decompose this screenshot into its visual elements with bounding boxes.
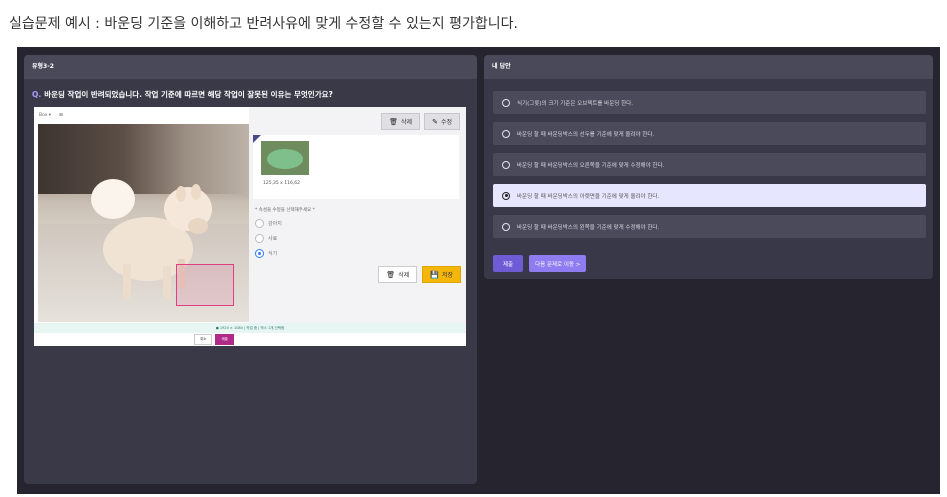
editor-status-bar: ● 1920 × 1080 | 작업 중 | 박스 1개 선택됨 (34, 323, 466, 333)
save-button[interactable]: 💾 저장 (422, 266, 461, 283)
page-caption: 실습문제 예시 : 바운딩 기준을 이해하고 반려사유에 맞게 수정할 수 있는… (9, 16, 518, 32)
top-delete-button[interactable]: 🗑 삭제 (381, 113, 421, 130)
object-card[interactable]: 125,35 x 116,62 (253, 135, 459, 199)
question-mark: Q. (32, 90, 42, 99)
answer-panel-header: 내 답안 (484, 55, 933, 79)
radio-circle-checked (255, 249, 264, 258)
radio-circle (502, 160, 510, 169)
editor-mini-buttons: 취소 제출 (194, 334, 234, 345)
submit-answer-button[interactable]: 제출 (493, 255, 524, 272)
attribute-pane: 🗑 삭제 ✎ 수정 125,35 x 116,62 * 속성을 수정을 선택해주… (249, 107, 466, 323)
radio-circle (255, 219, 264, 228)
radio-circle (502, 98, 510, 107)
question-panel-header: 유형3-2 (24, 55, 477, 79)
editor-toolbar: Box ▾ ⊞ (34, 107, 248, 124)
mini-cancel-button[interactable]: 취소 (194, 334, 213, 345)
answer-text: 바운딩 할 때 바운딩박스의 오른쪽을 기준에 맞게 수정해야 한다. (517, 162, 665, 169)
answer-text: 식기(그릇)의 크기 기준은 오브젝트를 바운딩 한다. (517, 100, 633, 107)
answer-actions: 제출 다음 문제로 이동 > (493, 255, 587, 272)
card-corner-marker (253, 135, 261, 143)
answer-text: 바운딩 할 때 바운딩박스의 선두를 기준에 맞게 올려야 한다. (517, 131, 655, 138)
mini-submit-button[interactable]: 제출 (215, 334, 234, 345)
answer-option-4[interactable]: 바운딩 할 때 바운딩박스의 아랫면을 기준에 맞게 올려야 한다. (493, 184, 926, 207)
attribute-form-label: * 속성을 수정을 선택해주세요 * (255, 208, 315, 213)
save-label: 저장 (441, 272, 453, 279)
exam-frame: 유형3-2 Q. 바운딩 작업이 반려되었습니다. 작업 기준에 따르면 해당 작… (17, 47, 940, 494)
bottom-button-group: 🗑 삭제 💾 저장 (378, 266, 461, 283)
top-edit-button[interactable]: ✎ 수정 (424, 113, 460, 130)
trash-icon: 🗑 (386, 270, 396, 279)
answer-text: 바운딩 할 때 바운딩박스의 왼쪽을 기준에 맞게 수정해야 한다. (517, 224, 660, 231)
question-text-row: Q. 바운딩 작업이 반려되었습니다. 작업 기준에 따르면 해당 작업이 잘못된… (32, 89, 333, 100)
answer-list: 식기(그릇)의 크기 기준은 오브젝트를 바운딩 한다. 바운딩 할 때 바운딩… (493, 91, 926, 246)
radio-option-label: 식기 (268, 251, 278, 257)
radio-option-label: 강아지 (268, 221, 282, 227)
bowl-shape (267, 149, 303, 169)
bottom-delete-button[interactable]: 🗑 삭제 (378, 266, 418, 283)
answer-option-5[interactable]: 바운딩 할 때 바운딩박스의 왼쪽을 기준에 맞게 수정해야 한다. (493, 215, 926, 238)
bottom-delete-label: 삭제 (398, 272, 410, 279)
radio-option-label: 사료 (268, 236, 278, 242)
tool-select[interactable]: Box ▾ (39, 113, 51, 118)
radio-option-feed[interactable]: 사료 (255, 234, 277, 243)
radio-circle (502, 129, 510, 138)
floppy-icon: 💾 (430, 270, 439, 279)
bowl-thumbnail (261, 141, 309, 175)
next-question-button[interactable]: 다음 문제로 이동 > (529, 255, 587, 272)
radio-option-dog[interactable]: 강아지 (255, 219, 282, 228)
top-button-group: 🗑 삭제 ✎ 수정 (381, 113, 460, 130)
radio-circle-checked (502, 191, 510, 200)
answer-option-3[interactable]: 바운딩 할 때 바운딩박스의 오른쪽을 기준에 맞게 수정해야 한다. (493, 153, 926, 176)
grid-icon[interactable]: ⊞ (59, 113, 63, 118)
bounding-box-bowl[interactable] (176, 264, 234, 306)
annotation-editor: Box ▾ ⊞ 🗑 삭제 ✎ 수정 125,35 x 116,62 * 속성을 … (34, 107, 466, 346)
question-panel: 유형3-2 Q. 바운딩 작업이 반려되었습니다. 작업 기준에 따르면 해당 작… (24, 55, 477, 484)
answer-text: 바운딩 할 때 바운딩박스의 아랫면을 기준에 맞게 올려야 한다. (517, 193, 660, 200)
radio-option-bowl[interactable]: 식기 (255, 249, 277, 258)
object-coords: 125,35 x 116,62 (263, 181, 301, 186)
question-text: 바운딩 작업이 반려되었습니다. 작업 기준에 따르면 해당 작업이 잘못된 이… (44, 90, 333, 99)
pencil-icon: ✎ (432, 117, 438, 126)
answer-option-1[interactable]: 식기(그릇)의 크기 기준은 오브젝트를 바운딩 한다. (493, 91, 926, 114)
answer-option-2[interactable]: 바운딩 할 때 바운딩박스의 선두를 기준에 맞게 올려야 한다. (493, 122, 926, 145)
radio-circle (502, 222, 510, 231)
answer-panel: 내 답안 식기(그릇)의 크기 기준은 오브젝트를 바운딩 한다. 바운딩 할 … (484, 55, 933, 279)
trash-icon: 🗑 (389, 117, 399, 126)
radio-circle (255, 234, 264, 243)
top-edit-label: 수정 (440, 119, 452, 126)
dog-photo[interactable] (38, 124, 249, 322)
top-delete-label: 삭제 (401, 119, 413, 126)
